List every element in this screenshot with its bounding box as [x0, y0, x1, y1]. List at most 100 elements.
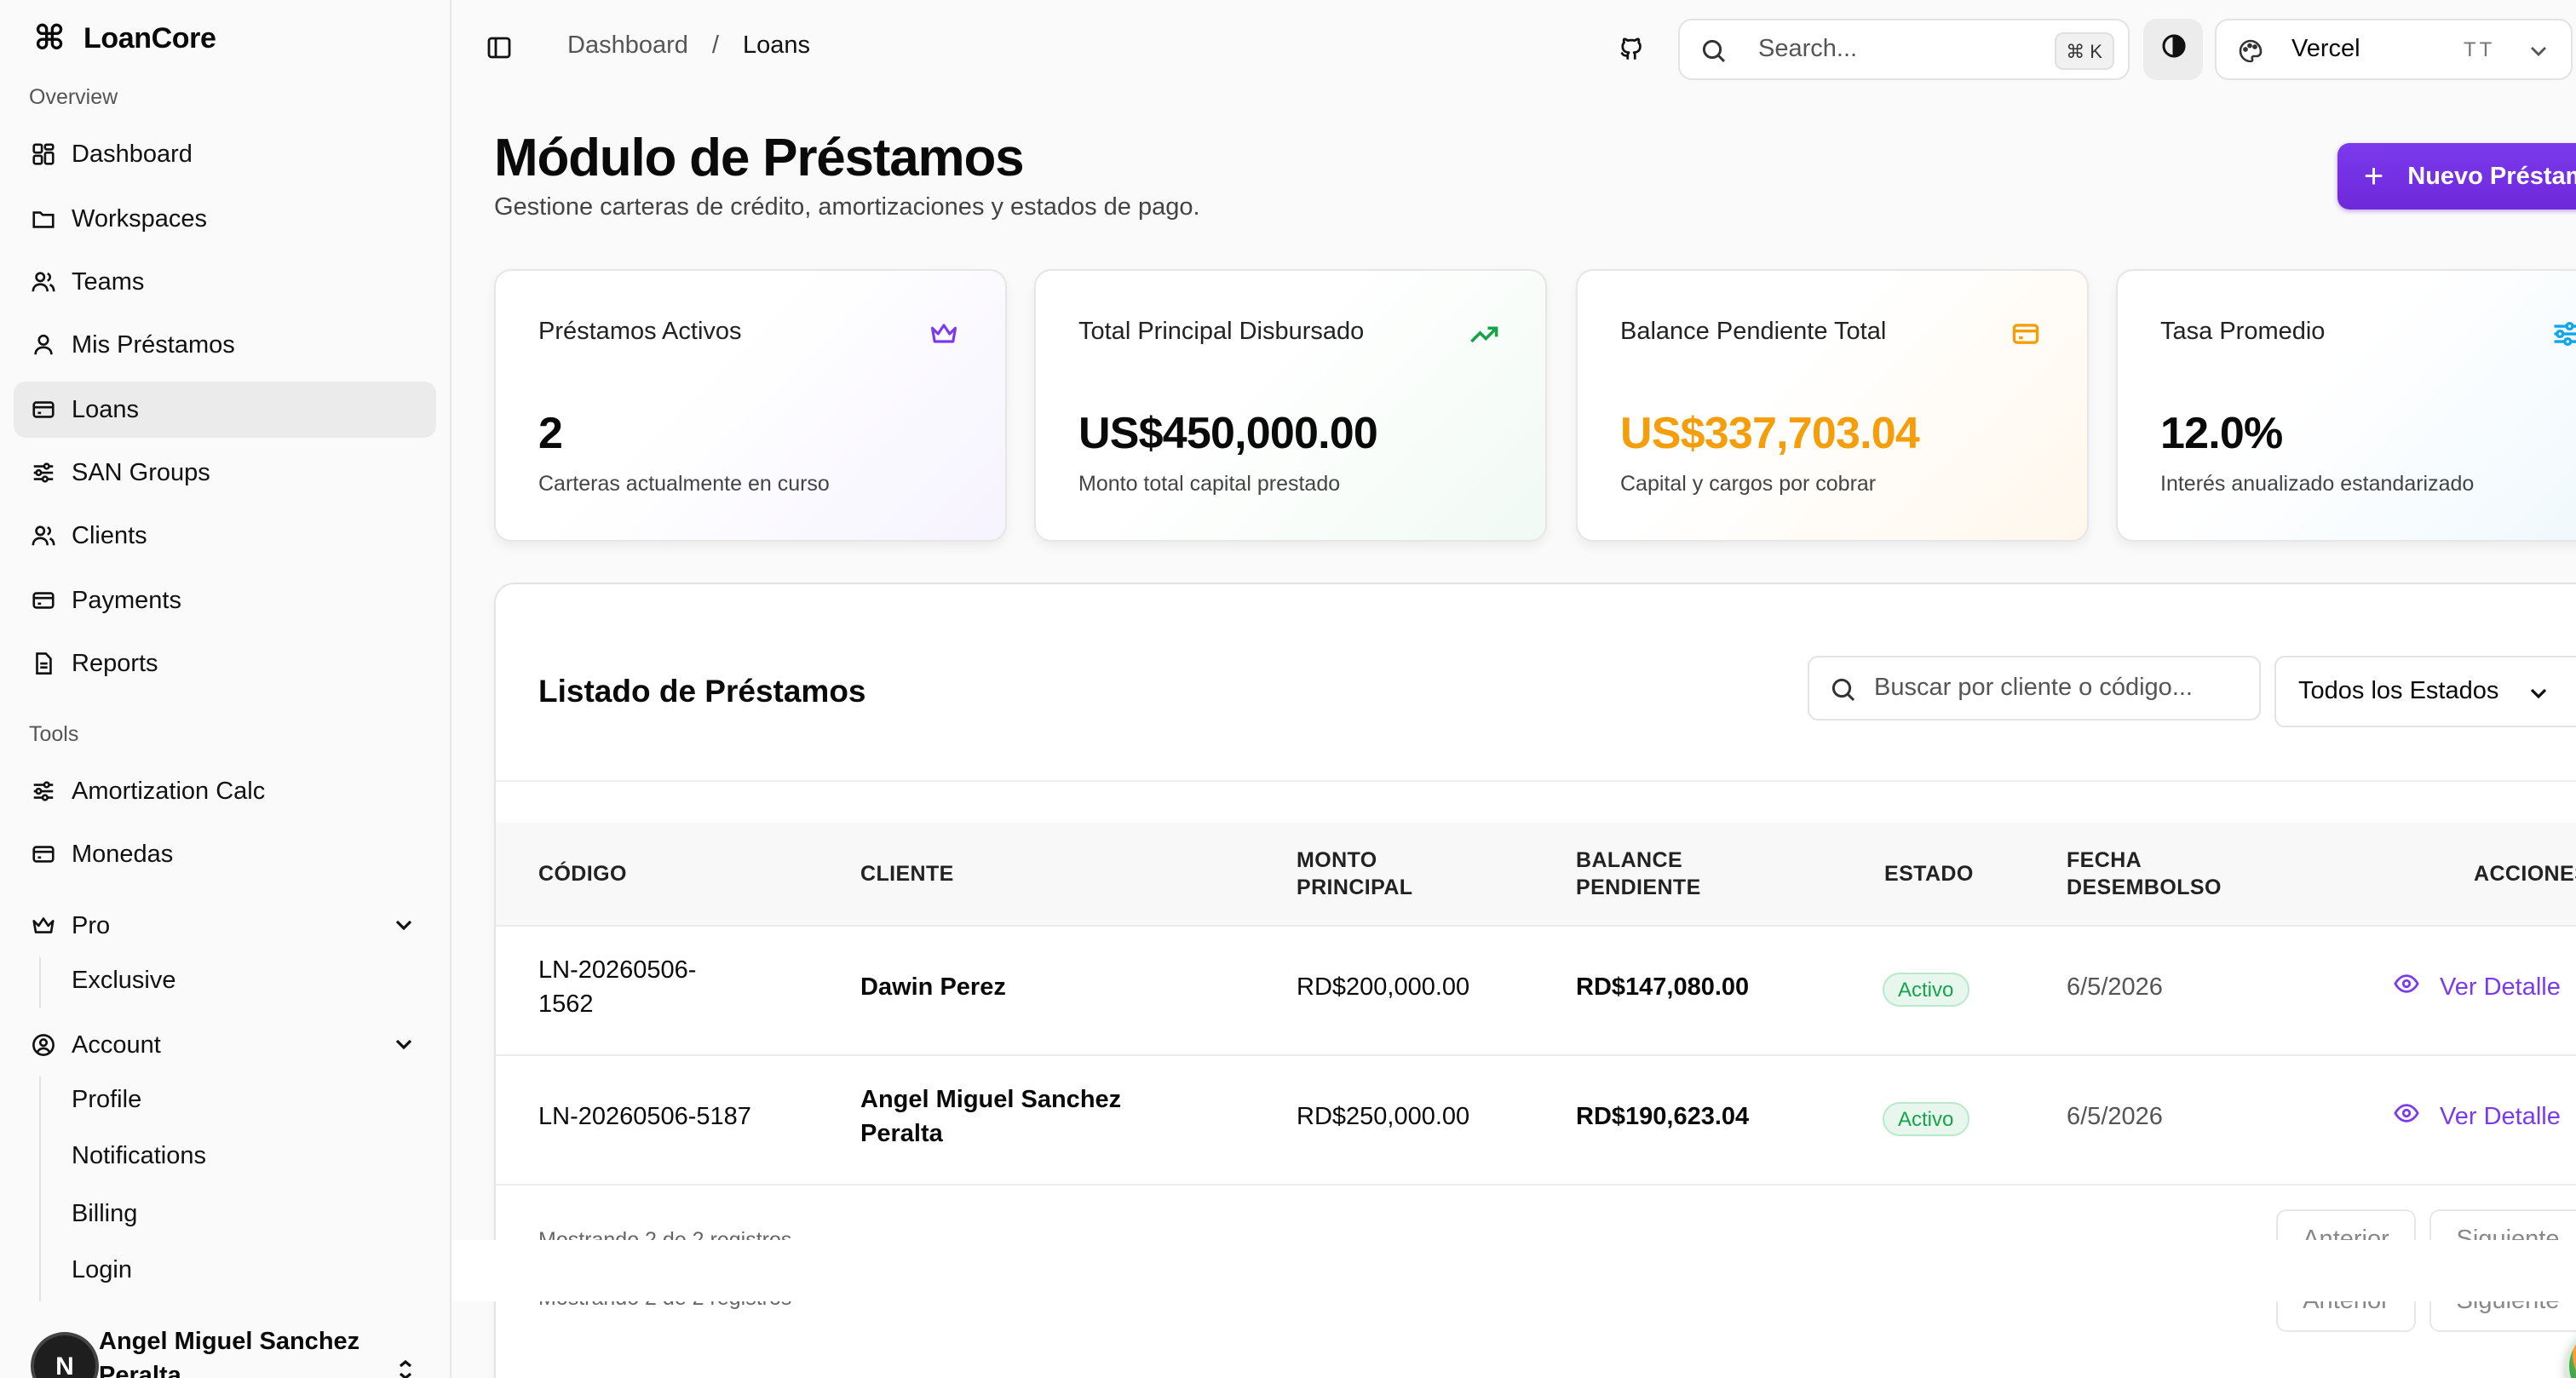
search-icon: [1830, 676, 1857, 712]
header-principal: MONTO PRINCIPAL: [1297, 848, 1413, 899]
brand[interactable]: ⌘ LoanCore: [31, 17, 216, 60]
sidebar-toggle-icon[interactable]: [486, 34, 513, 70]
status-badge: Activo: [1883, 1102, 1969, 1136]
sidebar-item-label: Amortization Calc: [72, 778, 266, 805]
breadcrumb-current: Loans: [742, 32, 810, 60]
sidebar-item-workspaces[interactable]: Workspaces: [14, 191, 436, 247]
sliders-icon: [2550, 319, 2576, 358]
sidebar-item-teams[interactable]: Teams: [14, 254, 436, 310]
status-filter-select[interactable]: Todos los Estados: [2274, 656, 2576, 727]
status-filter-value: Todos los Estados: [2298, 678, 2499, 705]
view-detail-link[interactable]: Ver Detalle: [2394, 971, 2561, 1003]
cell-code: LN-20260506-5187: [538, 1104, 751, 1131]
user-name: Angel Miguel Sanchez Peralta: [99, 1329, 360, 1378]
avatar: N: [31, 1332, 99, 1378]
global-search[interactable]: Search... ⌘ K: [1678, 19, 2130, 80]
search-icon: [1700, 37, 1728, 73]
new-loan-button[interactable]: + Nuevo Préstamo: [2337, 143, 2576, 210]
sliders-icon: [31, 460, 56, 485]
stat-subtitle: Capital y cargos por cobrar: [1620, 472, 1877, 496]
sidebar-item-san-groups[interactable]: SAN Groups: [14, 445, 436, 501]
sidebar-item-label: Loans: [72, 396, 140, 423]
table-row: LN-20260506-1562 Dawin Perez RD$200,000.…: [496, 925, 2576, 1054]
cell-principal: RD$200,000.00: [1297, 974, 1470, 1002]
theme-select[interactable]: Vercel TT: [2215, 19, 2573, 80]
sidebar-subitem-billing[interactable]: Billing: [72, 1201, 137, 1228]
header-code: CÓDIGO: [538, 862, 627, 886]
crown-icon: [31, 913, 56, 939]
stat-value: US$337,703.04: [1620, 407, 1920, 458]
plus-icon: +: [2363, 158, 2384, 195]
sidebar-item-amortization-calc[interactable]: Amortization Calc: [14, 763, 436, 819]
cell-client: Angel Miguel Sanchez Peralta: [860, 1087, 1122, 1148]
card-icon: [31, 588, 56, 613]
page-subtitle: Gestione carteras de crédito, amortizaci…: [494, 194, 1200, 221]
chevron-down-icon[interactable]: [392, 913, 416, 944]
breadcrumb: Dashboard / Loans: [567, 32, 810, 60]
submenu-line: [39, 957, 41, 1008]
sidebar-subitem-notifications[interactable]: Notifications: [72, 1143, 206, 1170]
chevron-down-icon[interactable]: [392, 1032, 416, 1063]
sidebar-subitem-exclusive[interactable]: Exclusive: [72, 967, 176, 995]
cell-balance: RD$190,623.04: [1576, 1104, 1750, 1131]
card-icon: [31, 841, 56, 867]
breadcrumb-dashboard[interactable]: Dashboard: [567, 32, 688, 60]
stat-card-total-principal: Total Principal Disbursado US$450,000.00…: [1034, 269, 1547, 542]
chevron-up-down-icon: [394, 1359, 417, 1378]
sidebar-item-reports[interactable]: Reports: [14, 635, 436, 692]
dashboard-icon: [31, 141, 56, 167]
sidebar-item-label: Payments: [72, 587, 181, 614]
user-menu[interactable]: N Angel Miguel Sanchez Peralta CompanyAd…: [31, 1315, 440, 1378]
sidebar-item-loans[interactable]: Loans: [14, 382, 436, 438]
status-badge: Activo: [1883, 973, 1969, 1007]
new-loan-label: Nuevo Préstamo: [2407, 163, 2576, 190]
table-row: LN-20260506-5187 Angel Miguel Sanchez Pe…: [496, 1054, 2576, 1184]
cell-code: LN-20260506-1562: [538, 957, 697, 1019]
sidebar-item-account[interactable]: Account: [14, 1017, 436, 1073]
stat-value: 2: [538, 407, 563, 458]
table-search-input[interactable]: Buscar por cliente o código...: [1808, 656, 2261, 721]
submenu-line: [39, 1077, 41, 1301]
cell-date: 6/5/2026: [2067, 1104, 2163, 1131]
sidebar-item-monedas[interactable]: Monedas: [14, 826, 436, 882]
header-client: CLIENTE: [860, 862, 954, 886]
theme-tt: TT: [2464, 37, 2496, 61]
view-detail-label: Ver Detalle: [2440, 1103, 2561, 1130]
stat-card-pending-balance: Balance Pendiente Total US$337,703.04 Ca…: [1576, 269, 2089, 542]
eye-icon: [2394, 1100, 2419, 1133]
stat-subtitle: Carteras actualmente en curso: [538, 472, 830, 496]
cell-date: 6/5/2026: [2067, 974, 2163, 1002]
command-logo-icon: ⌘: [33, 20, 66, 58]
sidebar-item-label: Workspaces: [72, 205, 208, 233]
theme-name: Vercel: [2291, 36, 2360, 63]
sidebar-item-dashboard[interactable]: Dashboard: [14, 126, 436, 182]
sidebar-item-pro[interactable]: Pro: [14, 898, 436, 954]
sidebar-subitem-login[interactable]: Login: [72, 1257, 132, 1284]
view-detail-link[interactable]: Ver Detalle: [2394, 1100, 2561, 1133]
header-actions: ACCIONES: [2474, 862, 2576, 886]
stat-card-average-rate: Tasa Promedio 12.0% Interés anualizado e…: [2116, 269, 2576, 542]
trending-up-icon: [1469, 319, 1499, 358]
topbar: Dashboard / Loans Search... ⌘ K Vercel T…: [451, 0, 2576, 99]
sidebar-subitem-profile[interactable]: Profile: [72, 1087, 141, 1114]
cell-principal: RD$250,000.00: [1297, 1104, 1470, 1131]
page-title: Módulo de Préstamos: [494, 128, 1025, 187]
sidebar-item-clients[interactable]: Clients: [14, 508, 436, 564]
section-overview-label: Overview: [29, 85, 118, 109]
sidebar-item-label: Reports: [72, 650, 158, 677]
github-icon[interactable]: [1617, 34, 1646, 72]
sidebar-item-payments[interactable]: Payments: [14, 572, 436, 629]
card-icon: [2010, 319, 2041, 358]
row-divider: [496, 1184, 2576, 1186]
theme-toggle-button[interactable]: [2143, 19, 2203, 80]
stat-card-active-loans: Préstamos Activos 2 Carteras actualmente…: [494, 269, 1007, 542]
stat-title: Préstamos Activos: [538, 319, 742, 346]
stat-title: Balance Pendiente Total: [1620, 319, 1887, 346]
brand-name: LoanCore: [83, 21, 216, 54]
section-tools-label: Tools: [29, 722, 79, 746]
palette-icon: [2237, 37, 2264, 73]
contrast-icon: [2159, 32, 2187, 67]
stat-subtitle: Interés anualizado estandarizado: [2160, 472, 2475, 496]
stat-value: 12.0%: [2160, 407, 2283, 458]
sidebar-item-mis-prestamos[interactable]: Mis Préstamos: [14, 317, 436, 373]
